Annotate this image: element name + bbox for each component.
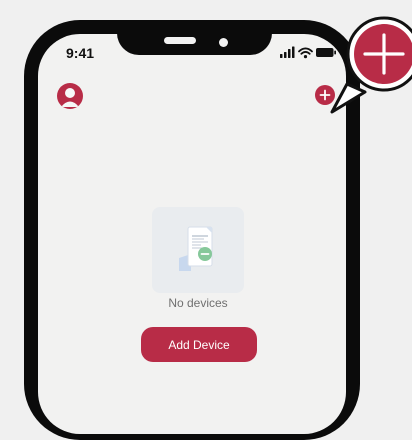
avatar-glyph bbox=[61, 88, 79, 107]
empty-devices-illustration bbox=[152, 207, 244, 293]
wifi-icon bbox=[298, 47, 313, 59]
add-device-button[interactable]: Add Device bbox=[141, 327, 257, 362]
speaker-grille bbox=[164, 37, 196, 44]
user-avatar-icon[interactable] bbox=[57, 83, 83, 109]
document-icon bbox=[179, 226, 213, 271]
signal-icon bbox=[280, 46, 295, 58]
front-camera bbox=[219, 38, 228, 47]
empty-state-message: No devices bbox=[168, 296, 228, 310]
plus-callout-badge bbox=[330, 16, 412, 114]
status-time: 9:41 bbox=[66, 45, 95, 61]
